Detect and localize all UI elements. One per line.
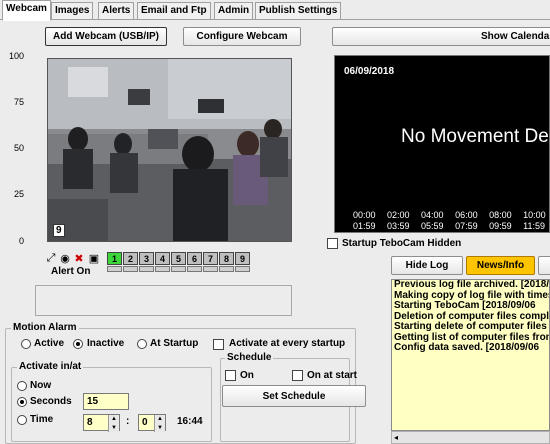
cam-alert-indicator-7: [203, 266, 218, 272]
log-horizontal-scrollbar[interactable]: ◂: [391, 431, 550, 444]
tab-webcam[interactable]: Webcam: [2, 0, 51, 21]
schedule-on-checkbox[interactable]: [225, 370, 236, 381]
activate-seconds-radio[interactable]: [17, 397, 27, 407]
tab-admin[interactable]: Admin: [214, 2, 254, 19]
spin-down-icon[interactable]: ▼: [157, 425, 163, 431]
motion-graph: 06/09/2018 No Movement Detected 00:00 02…: [334, 55, 550, 233]
cam-alert-indicator-4: [155, 266, 170, 272]
tab-alerts[interactable]: Alerts: [98, 2, 135, 19]
configure-webcam-button[interactable]: Configure Webcam: [183, 27, 301, 46]
hour-spin[interactable]: ▲ ▼: [108, 415, 119, 432]
alert-icon[interactable]: ✖: [72, 251, 86, 265]
webcam-view[interactable]: 9: [47, 58, 292, 242]
motion-axis-100: 100: [8, 51, 24, 61]
seconds-input[interactable]: 15: [83, 393, 129, 410]
cam-alert-indicator-3: [139, 266, 154, 272]
activate-time-radio[interactable]: [17, 415, 27, 425]
spin-up-icon[interactable]: ▲: [111, 416, 117, 422]
cam-alert-indicator-1: [107, 266, 122, 272]
log-panel[interactable]: Previous log file archived. [2018/09/06 …: [391, 279, 550, 431]
hide-log-button[interactable]: Hide Log: [391, 256, 463, 275]
alarm-inactive-label: Inactive: [87, 338, 125, 349]
minute-spin[interactable]: ▲ ▼: [154, 415, 165, 432]
status-box: [35, 285, 292, 316]
alarm-at-startup-radio[interactable]: [137, 339, 147, 349]
schedule-on-label: On: [240, 370, 254, 381]
activate-now-label: Now: [30, 380, 52, 391]
add-webcam-button[interactable]: Add Webcam (USB/IP): [45, 27, 167, 46]
hour-value: 8: [87, 417, 93, 428]
motion-axis-25: 25: [13, 189, 24, 199]
spin-down-icon[interactable]: ▼: [111, 425, 117, 431]
tab-email-ftp[interactable]: Email and Ftp: [137, 2, 211, 19]
log-line: Starting delete of computer files: [394, 321, 547, 332]
every-startup-checkbox[interactable]: [213, 339, 224, 350]
tab-publish-settings[interactable]: Publish Settings: [255, 2, 342, 19]
alarm-inactive-radio[interactable]: [73, 339, 83, 349]
alarm-active-radio[interactable]: [21, 339, 31, 349]
log-line: Previous log file archived. [2018/09/06: [394, 279, 550, 290]
cam-button-9[interactable]: 9: [235, 252, 250, 265]
startup-hidden-label: Startup TeboCam Hidden: [342, 238, 462, 249]
schedule-title: Schedule: [225, 352, 274, 363]
cam-button-3[interactable]: 3: [139, 252, 154, 265]
alarm-active-label: Active: [34, 338, 65, 349]
spin-up-icon[interactable]: ▲: [157, 416, 163, 422]
motion-axis-50: 50: [13, 143, 24, 153]
graph-time-end-row: 01:59 03:59 05:59 07:59 09:59 11:59 13:5…: [353, 221, 549, 231]
record-icon[interactable]: ▣: [87, 251, 101, 265]
alert-on-label: Alert On: [51, 266, 91, 277]
motion-alarm-title: Motion Alarm: [11, 322, 79, 333]
minute-value: 0: [142, 417, 148, 428]
motion-axis-75: 75: [13, 97, 24, 107]
cam-alert-indicator-5: [171, 266, 186, 272]
cam-alert-indicator-6: [187, 266, 202, 272]
schedule-on-at-start-checkbox[interactable]: [292, 370, 303, 381]
cam-button-1[interactable]: 1: [107, 252, 122, 265]
graph-date: 06/09/2018: [344, 66, 395, 77]
motion-axis-0: 0: [18, 236, 24, 246]
cam-alert-indicator-2: [123, 266, 138, 272]
cam-button-2[interactable]: 2: [123, 252, 138, 265]
cam-alert-indicator-9: [235, 266, 250, 272]
activate-seconds-label: Seconds: [30, 396, 72, 407]
webcam-image: [48, 59, 291, 241]
fullscreen-icon[interactable]: ⤢: [44, 251, 58, 265]
activate-now-radio[interactable]: [17, 381, 27, 391]
extra-log-button[interactable]: [538, 256, 550, 275]
hour-stepper[interactable]: 8 ▲ ▼: [83, 414, 120, 432]
graph-message: No Movement Detected: [401, 126, 549, 147]
cam-alert-indicator-8: [219, 266, 234, 272]
every-startup-label: Activate at every startup: [229, 338, 346, 349]
graph-time-start-row: 00:00 02:00 04:00 06:00 08:00 10:00 12:0…: [353, 210, 549, 220]
tab-bar: Webcam Images Alerts Email and Ftp Admin…: [0, 0, 550, 21]
scroll-left-icon[interactable]: ◂: [394, 433, 398, 442]
alarm-at-startup-label: At Startup: [150, 338, 199, 349]
cam-button-8[interactable]: 8: [219, 252, 234, 265]
set-schedule-button[interactable]: Set Schedule: [222, 385, 366, 407]
current-time: 16:44: [177, 416, 203, 427]
camera-icon[interactable]: ◉: [58, 251, 72, 265]
show-calendar-button[interactable]: Show Calendar: [332, 27, 550, 46]
minute-stepper[interactable]: 0 ▲ ▼: [138, 414, 166, 432]
cam-button-4[interactable]: 4: [155, 252, 170, 265]
news-info-button[interactable]: News/Info: [466, 256, 535, 275]
schedule-on-at-start-label: On at start: [307, 370, 358, 381]
tab-images[interactable]: Images: [51, 2, 94, 19]
activate-title: Activate in/at: [17, 361, 84, 372]
log-line: Starting TeboCam [2018/09/06: [394, 300, 536, 311]
log-line: Config data saved. [2018/09/06: [394, 342, 540, 353]
cam-button-5[interactable]: 5: [171, 252, 186, 265]
startup-hidden-checkbox[interactable]: [327, 238, 338, 249]
cam-button-6[interactable]: 6: [187, 252, 202, 265]
cam-button-7[interactable]: 7: [203, 252, 218, 265]
camera-number-badge: 9: [53, 224, 65, 237]
activate-time-label: Time: [30, 414, 54, 425]
time-separator: :: [126, 416, 130, 427]
